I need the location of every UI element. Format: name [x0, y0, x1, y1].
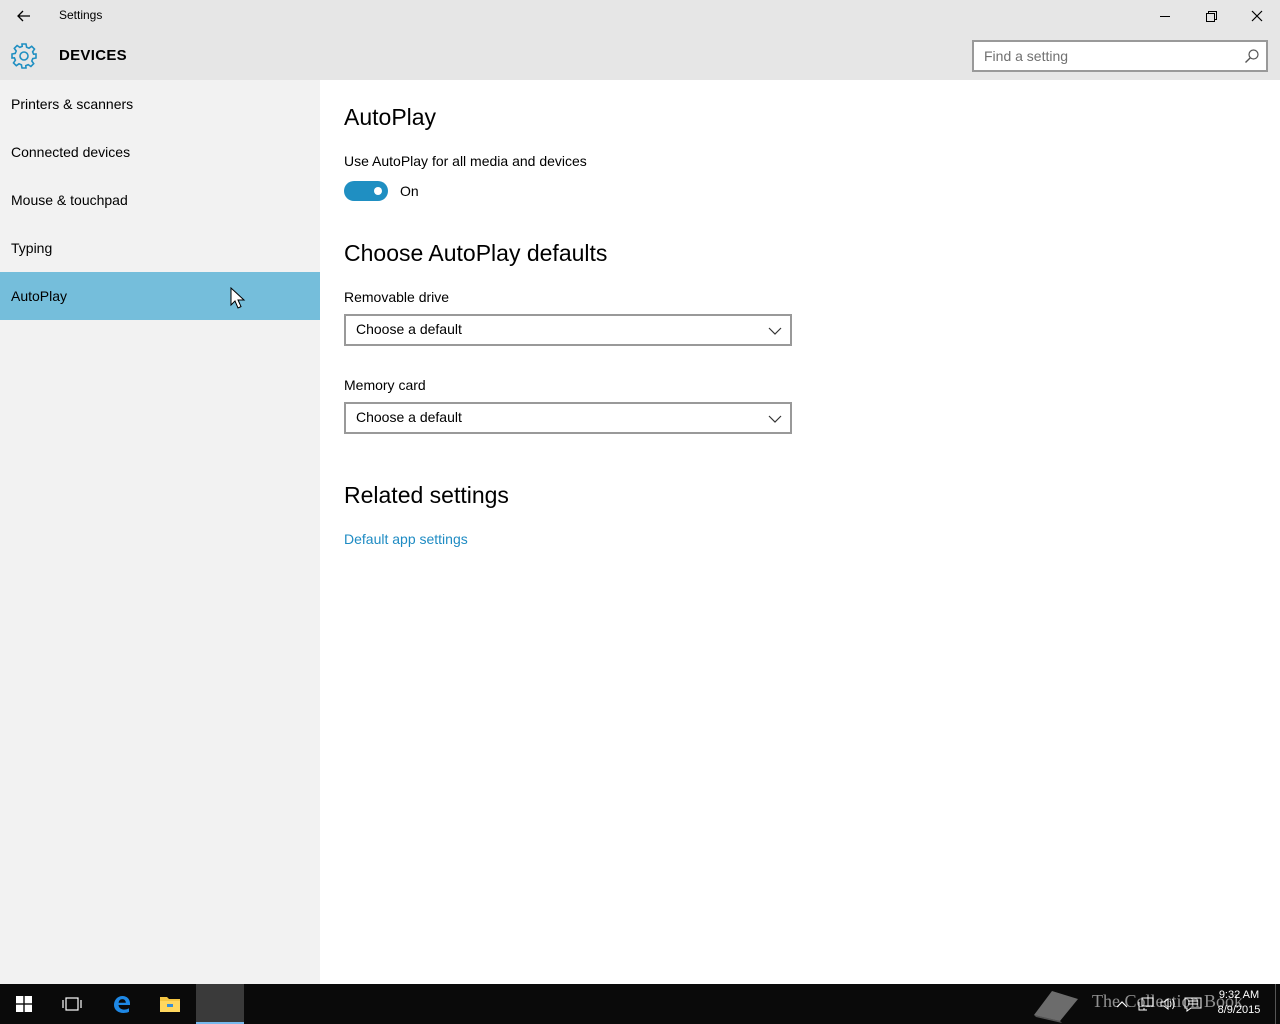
- sidebar-item-label: Mouse & touchpad: [11, 192, 128, 208]
- search-icon[interactable]: [1244, 48, 1260, 64]
- page-title: AutoPlay: [344, 104, 437, 130]
- default-app-settings-link[interactable]: Default app settings: [344, 531, 468, 547]
- windows-logo-icon: [16, 996, 32, 1012]
- memory-card-label: Memory card: [344, 377, 426, 393]
- sidebar-item-label: Printers & scanners: [11, 96, 134, 112]
- chevron-down-icon: [768, 327, 782, 335]
- sidebar-item-label: Typing: [11, 240, 53, 256]
- autoplay-toggle-label: Use AutoPlay for all media and devices: [344, 153, 587, 169]
- window-title: Settings: [59, 8, 103, 22]
- taskbar-clock[interactable]: 9:32 AM 8/9/2015: [1212, 988, 1266, 1018]
- sidebar-item-autoplay[interactable]: AutoPlay: [0, 272, 320, 320]
- volume-tray-button[interactable]: [1158, 994, 1178, 1014]
- sidebar-item-label: AutoPlay: [11, 288, 68, 304]
- section-title: DEVICES: [59, 47, 127, 64]
- folder-icon: [160, 997, 180, 1012]
- autoplay-toggle[interactable]: [344, 181, 388, 201]
- defaults-heading: Choose AutoPlay defaults: [344, 240, 608, 266]
- task-view-icon: [62, 997, 82, 1011]
- chevron-up-icon: [1116, 1001, 1128, 1008]
- search-box[interactable]: [972, 40, 1268, 72]
- taskbar: The Collection Book 9:32 AM 8/9/2015: [0, 984, 1280, 1024]
- restore-button[interactable]: [1188, 0, 1234, 32]
- network-icon: [1138, 997, 1154, 1011]
- show-desktop-button[interactable]: [1275, 984, 1280, 1024]
- gear-icon: [11, 43, 37, 69]
- show-hidden-icons-button[interactable]: [1112, 994, 1132, 1014]
- action-center-button[interactable]: [1183, 994, 1203, 1014]
- memory-card-dropdown[interactable]: Choose a default: [344, 402, 792, 434]
- task-view-button[interactable]: [48, 984, 96, 1024]
- restore-icon: [1205, 10, 1217, 22]
- back-arrow-icon: [17, 10, 30, 22]
- book-logo-icon: [1034, 991, 1078, 1023]
- minimize-icon: [1159, 15, 1170, 17]
- chevron-down-icon: [768, 415, 782, 423]
- network-tray-button[interactable]: [1136, 994, 1156, 1014]
- edge-browser-icon: [114, 996, 130, 1013]
- taskbar-settings-button[interactable]: [196, 984, 244, 1024]
- dropdown-value: Choose a default: [356, 409, 462, 425]
- mouse-cursor-icon: [230, 287, 246, 309]
- sidebar-item-connected-devices[interactable]: Connected devices: [0, 128, 320, 176]
- close-icon: [1251, 10, 1263, 22]
- sidebar-item-typing[interactable]: Typing: [0, 224, 320, 272]
- main-content: AutoPlay Use AutoPlay for all media and …: [320, 80, 1280, 984]
- minimize-button[interactable]: [1142, 0, 1188, 32]
- toggle-state-text: On: [400, 183, 419, 199]
- clock-date: 8/9/2015: [1217, 1004, 1261, 1016]
- settings-header: DEVICES: [0, 32, 1280, 80]
- sidebar-item-mouse-touchpad[interactable]: Mouse & touchpad: [0, 176, 320, 224]
- taskbar-edge-button[interactable]: [98, 984, 146, 1024]
- close-button[interactable]: [1234, 0, 1280, 32]
- dropdown-value: Choose a default: [356, 321, 462, 337]
- taskbar-file-explorer-button[interactable]: [146, 984, 194, 1024]
- start-button[interactable]: [0, 984, 48, 1024]
- sidebar-item-label: Connected devices: [11, 144, 131, 160]
- sidebar-item-printers-scanners[interactable]: Printers & scanners: [0, 80, 320, 128]
- search-input[interactable]: [974, 42, 1234, 70]
- clock-time: 9:32 AM: [1218, 989, 1260, 1001]
- back-button[interactable]: [8, 0, 40, 32]
- sidebar-nav: Printers & scanners Connected devices Mo…: [0, 80, 320, 984]
- related-settings-heading: Related settings: [344, 482, 509, 508]
- toggle-knob: [374, 187, 382, 195]
- action-center-icon: [1184, 997, 1202, 1012]
- speaker-icon: [1160, 998, 1175, 1010]
- title-bar: Settings: [0, 0, 1280, 32]
- removable-drive-label: Removable drive: [344, 289, 450, 305]
- removable-drive-dropdown[interactable]: Choose a default: [344, 314, 792, 346]
